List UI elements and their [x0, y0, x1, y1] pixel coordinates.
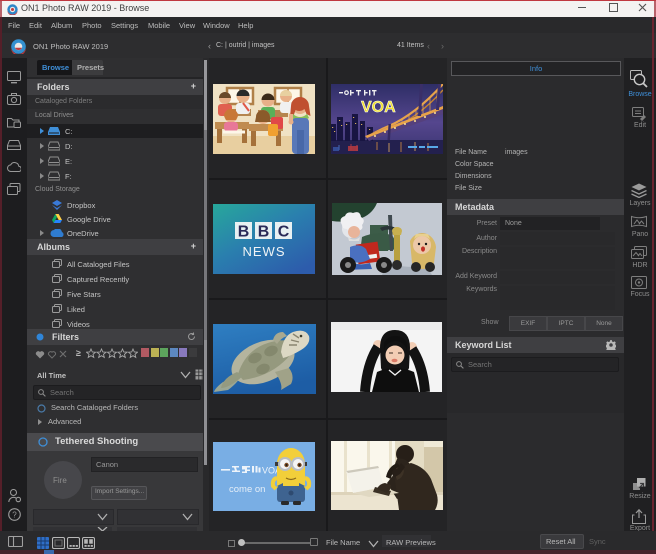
svg-text:VOA: VOA [361, 99, 396, 116]
svg-text:come on: come on [229, 484, 265, 495]
svg-text:B: B [258, 224, 270, 241]
svg-text:C: C [278, 224, 290, 241]
svg-text:?: ? [12, 510, 17, 519]
svg-text:B: B [238, 224, 250, 241]
svg-text:NEWS: NEWS [243, 244, 286, 259]
